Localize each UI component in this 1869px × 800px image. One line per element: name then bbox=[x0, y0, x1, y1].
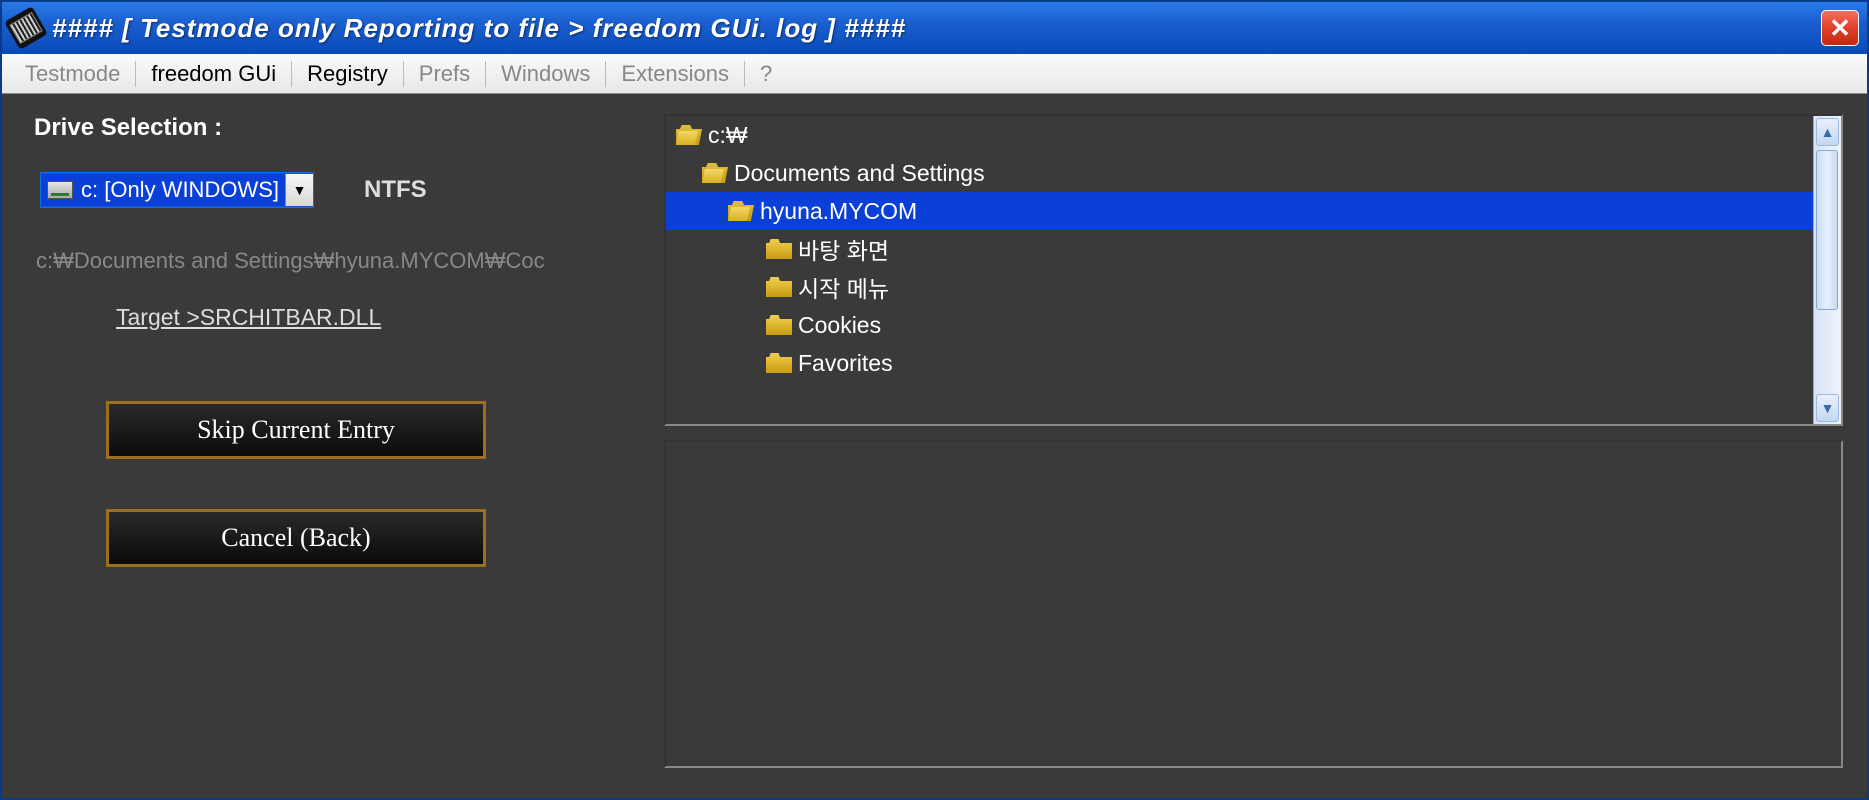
filesystem-label: NTFS bbox=[364, 176, 427, 204]
drive-selection-label: Drive Selection : bbox=[26, 114, 646, 142]
scroll-down-icon[interactable]: ▼ bbox=[1816, 394, 1839, 422]
tree-item-label: hyuna.MYCOM bbox=[760, 198, 917, 225]
menu-item-freedom-gui[interactable]: freedom GUi bbox=[138, 56, 289, 92]
content-area: Drive Selection : c: [Only WINDOWS] ▼ NT… bbox=[2, 94, 1867, 798]
menu-item-registry[interactable]: Registry bbox=[294, 56, 401, 92]
tree-content[interactable]: c:₩ Documents and Settings hyuna.MYCOM 바탕 화… bbox=[666, 116, 1813, 424]
tree-item[interactable]: c:₩ bbox=[666, 116, 1813, 154]
tree-item[interactable]: Cookies bbox=[666, 306, 1813, 344]
scroll-up-icon[interactable]: ▲ bbox=[1816, 118, 1839, 146]
right-panel: c:₩ Documents and Settings hyuna.MYCOM 바탕 화… bbox=[664, 114, 1843, 768]
folder-open-icon bbox=[728, 201, 754, 221]
menu-item--[interactable]: ? bbox=[747, 56, 785, 92]
tree-item-label: Documents and Settings bbox=[734, 160, 985, 187]
scroll-thumb[interactable] bbox=[1816, 150, 1838, 310]
menu-separator bbox=[605, 61, 606, 87]
drive-select-value: c: [Only WINDOWS] bbox=[41, 174, 285, 206]
close-icon: ✕ bbox=[1829, 13, 1851, 44]
folder-open-icon bbox=[676, 125, 702, 145]
menu-separator bbox=[291, 61, 292, 87]
drive-select-text: c: [Only WINDOWS] bbox=[81, 177, 279, 203]
tree-item-label: Cookies bbox=[798, 312, 881, 339]
tree-item-label: 시작 메뉴 bbox=[798, 270, 889, 304]
app-icon bbox=[4, 6, 48, 50]
folder-open-icon bbox=[702, 163, 728, 183]
tree-item[interactable]: 시작 메뉴 bbox=[666, 268, 1813, 306]
skip-current-entry-button[interactable]: Skip Current Entry bbox=[106, 401, 486, 459]
tree-item-label: Favorites bbox=[798, 350, 893, 377]
left-panel: Drive Selection : c: [Only WINDOWS] ▼ NT… bbox=[26, 114, 646, 768]
menu-separator bbox=[403, 61, 404, 87]
tree-item[interactable]: 바탕 화면 bbox=[666, 230, 1813, 268]
folder-closed-icon bbox=[766, 315, 792, 335]
menu-item-prefs[interactable]: Prefs bbox=[406, 56, 483, 92]
current-path: c:₩Documents and Settings₩hyuna.MYCOM₩Co… bbox=[26, 248, 646, 274]
window-title: #### [ Testmode only Reporting to file >… bbox=[52, 13, 906, 44]
menu-separator bbox=[135, 61, 136, 87]
menubar: Testmodefreedom GUiRegistryPrefsWindowsE… bbox=[2, 54, 1867, 94]
cancel-back-button[interactable]: Cancel (Back) bbox=[106, 509, 486, 567]
menu-item-extensions[interactable]: Extensions bbox=[608, 56, 742, 92]
titlebar[interactable]: #### [ Testmode only Reporting to file >… bbox=[2, 2, 1867, 54]
menu-item-windows[interactable]: Windows bbox=[488, 56, 603, 92]
target-label: Target >SRCHITBAR.DLL bbox=[26, 304, 646, 331]
app-window: #### [ Testmode only Reporting to file >… bbox=[0, 0, 1869, 800]
folder-closed-icon bbox=[766, 239, 792, 259]
tree-item-label: 바탕 화면 bbox=[798, 232, 889, 266]
dropdown-arrow-icon[interactable]: ▼ bbox=[285, 174, 313, 206]
tree-item[interactable]: hyuna.MYCOM bbox=[666, 192, 1813, 230]
drive-select[interactable]: c: [Only WINDOWS] ▼ bbox=[40, 172, 314, 208]
folder-closed-icon bbox=[766, 277, 792, 297]
close-button[interactable]: ✕ bbox=[1821, 10, 1859, 46]
detail-pane bbox=[664, 440, 1843, 768]
drive-icon bbox=[47, 181, 73, 199]
menu-separator bbox=[744, 61, 745, 87]
tree-scrollbar[interactable]: ▲ ▼ bbox=[1813, 116, 1841, 424]
folder-closed-icon bbox=[766, 353, 792, 373]
tree-item[interactable]: Documents and Settings bbox=[666, 154, 1813, 192]
folder-tree: c:₩ Documents and Settings hyuna.MYCOM 바탕 화… bbox=[664, 114, 1843, 426]
tree-item-label: c:₩ bbox=[708, 122, 748, 149]
menu-separator bbox=[485, 61, 486, 87]
menu-item-testmode[interactable]: Testmode bbox=[12, 56, 133, 92]
tree-item[interactable]: Favorites bbox=[666, 344, 1813, 382]
drive-row: c: [Only WINDOWS] ▼ NTFS bbox=[26, 172, 646, 208]
